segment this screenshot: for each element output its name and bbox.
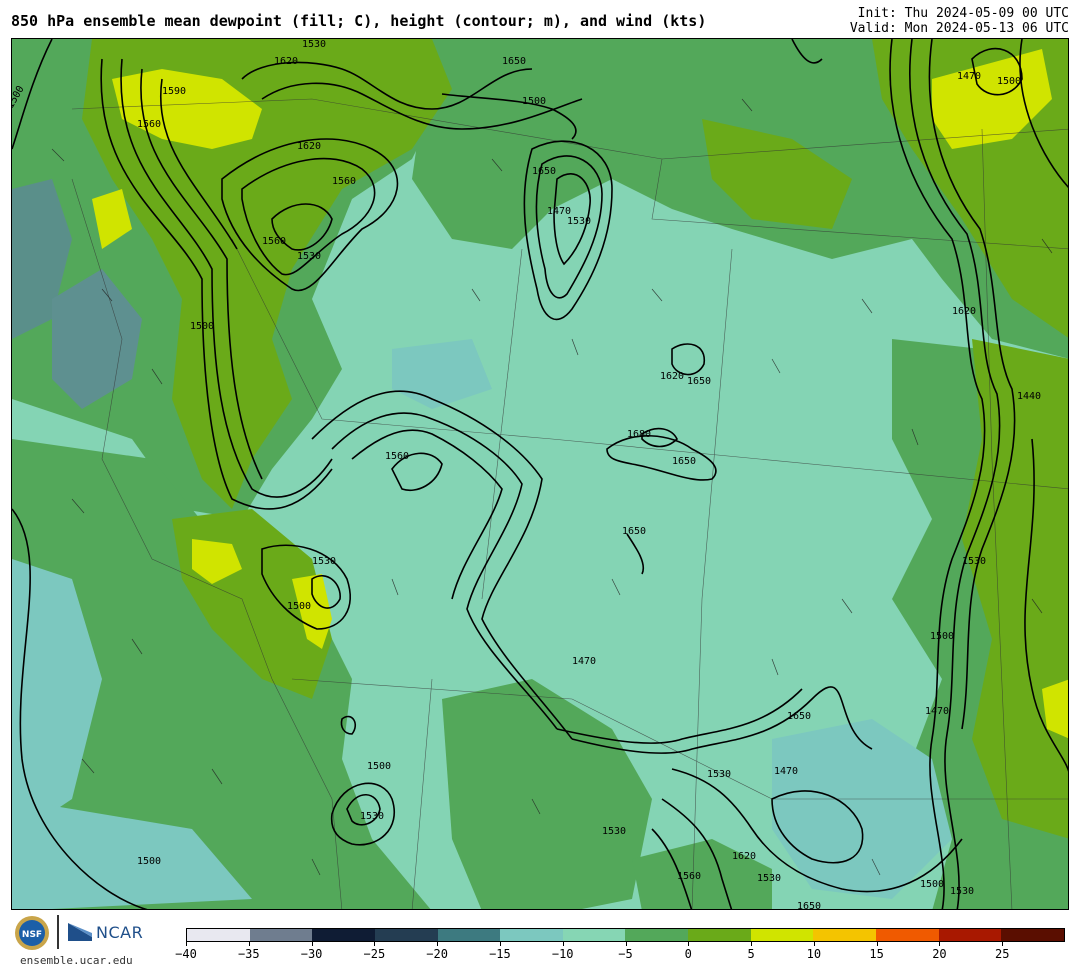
contour-label: 1650	[687, 376, 711, 387]
colorbar-tick-label: −25	[363, 947, 386, 961]
contour-label: 1530	[297, 251, 321, 262]
colorbar-tick-label: 15	[869, 947, 884, 961]
colorbar-tick	[374, 942, 376, 946]
contour-label: 1530	[302, 39, 326, 50]
colorbar-segment	[813, 929, 877, 941]
colorbar-tick	[562, 942, 564, 946]
valid-time: Valid: Mon 2024-05-13 06 UTC	[849, 21, 1069, 36]
colorbar-tick	[186, 942, 187, 946]
contour-label: 1620	[297, 141, 321, 152]
contour-label: 1620	[660, 371, 684, 382]
contour-label: 1470	[925, 706, 949, 717]
colorbar-tick-label: 25	[994, 947, 1010, 961]
colorbar-tick	[437, 942, 439, 946]
contour-label: 1560	[137, 119, 161, 130]
contour-label: 1650	[672, 456, 696, 467]
site-url: ensemble.ucar.edu	[20, 954, 133, 967]
contour-label: 1560	[677, 871, 701, 882]
dewpoint-map: 1500 1590 1560 1620 1530 1650 1500 1620 …	[12, 39, 1068, 910]
contour-label: 1530	[962, 556, 986, 567]
init-time: Init: Thu 2024-05-09 00 UTC	[857, 6, 1069, 21]
colorbar-segment	[249, 929, 313, 941]
colorbar-tick	[751, 942, 753, 946]
contour-label: 1500	[137, 856, 161, 867]
colorbar-tick	[1002, 942, 1004, 946]
colorbar-tick-label: −10	[551, 947, 574, 961]
contour-label: 1500	[920, 879, 944, 890]
colorbar-tick-label: −5	[618, 947, 633, 961]
colorbar-tick-label: 20	[932, 947, 947, 961]
nsf-logo: NSF	[15, 916, 49, 950]
colorbar-tick	[876, 942, 878, 946]
colorbar-segment	[938, 929, 1002, 941]
contour-label: 1470	[774, 766, 798, 777]
contour-label: 1620	[952, 306, 976, 317]
colorbar-segment	[1001, 929, 1064, 941]
contour-label: 1530	[312, 556, 336, 567]
contour-label: 1440	[1017, 391, 1041, 402]
colorbar-segment	[187, 929, 250, 941]
colorbar-tick-label: −20	[426, 947, 448, 961]
contour-label: 1530	[567, 216, 591, 227]
chart-title: 850 hPa ensemble mean dewpoint (fill; C)…	[11, 12, 707, 30]
colorbar-segment	[625, 929, 689, 941]
contour-label: 1470	[572, 656, 596, 667]
contour-label: 1650	[797, 901, 821, 910]
ncar-logo-text: NCAR	[96, 923, 144, 942]
colorbar-segment	[562, 929, 626, 941]
footer: NSF NCAR ensemble.ucar.edu −40 −35 −30 −25 −…	[0, 912, 1080, 973]
map-panel: 1500 1590 1560 1620 1530 1650 1500 1620 …	[11, 38, 1069, 910]
colorbar-tick	[688, 942, 690, 946]
nsf-logo-text: NSF	[22, 930, 42, 940]
contour-label: 1470	[957, 71, 981, 82]
contour-label: 1530	[360, 811, 384, 822]
colorbar-tick	[248, 942, 250, 946]
contour-label: 1530	[757, 873, 781, 884]
colorbar-tick	[813, 942, 815, 946]
contour-label: 1620	[274, 56, 298, 67]
contour-label: 1530	[950, 886, 974, 897]
colorbar-tick-label: −15	[489, 947, 511, 961]
contour-label: 1650	[532, 166, 556, 177]
contour-label: 1500	[930, 631, 954, 642]
colorbar-segment	[374, 929, 438, 941]
contour-label: 1560	[262, 236, 286, 247]
contour-label: 1500	[997, 76, 1021, 87]
colorbar-tick-label: 5	[747, 947, 755, 961]
colorbar-tick	[499, 942, 501, 946]
colorbar-segment	[500, 929, 563, 941]
logo-divider	[57, 915, 59, 949]
colorbar-tick-label: −30	[300, 947, 323, 961]
colorbar-tick-label: 0	[684, 947, 692, 961]
colorbar-tick-label: −40	[175, 947, 197, 961]
contour-label: 1500	[522, 96, 546, 107]
run-times: Init: Thu 2024-05-09 00 UTC Valid: Mon 2…	[850, 6, 1069, 36]
contour-label: 1680	[627, 429, 651, 440]
contour-label: 1500	[367, 761, 391, 772]
colorbar	[186, 928, 1065, 942]
colorbar-tick	[939, 942, 941, 946]
contour-label: 1620	[732, 851, 756, 862]
contour-label: 1560	[385, 451, 409, 462]
colorbar-tick	[625, 942, 627, 946]
contour-label: 1650	[502, 56, 526, 67]
contour-label: 1590	[162, 86, 186, 97]
contour-label: 1530	[602, 826, 626, 837]
contour-label: 1650	[622, 526, 646, 537]
contour-label: 1560	[332, 176, 356, 187]
colorbar-segment	[688, 929, 751, 941]
colorbar-tick-label: −35	[237, 947, 260, 961]
colorbar-tick	[311, 942, 313, 946]
colorbar-segment	[312, 929, 375, 941]
colorbar-segment	[437, 929, 501, 941]
contour-label: 1530	[707, 769, 731, 780]
colorbar-segment	[750, 929, 814, 941]
contour-label: 1500	[287, 601, 311, 612]
colorbar-segment	[876, 929, 939, 941]
contour-label: 1500	[190, 321, 214, 332]
colorbar-tick-label: 10	[806, 947, 822, 961]
contour-label: 1650	[787, 711, 811, 722]
